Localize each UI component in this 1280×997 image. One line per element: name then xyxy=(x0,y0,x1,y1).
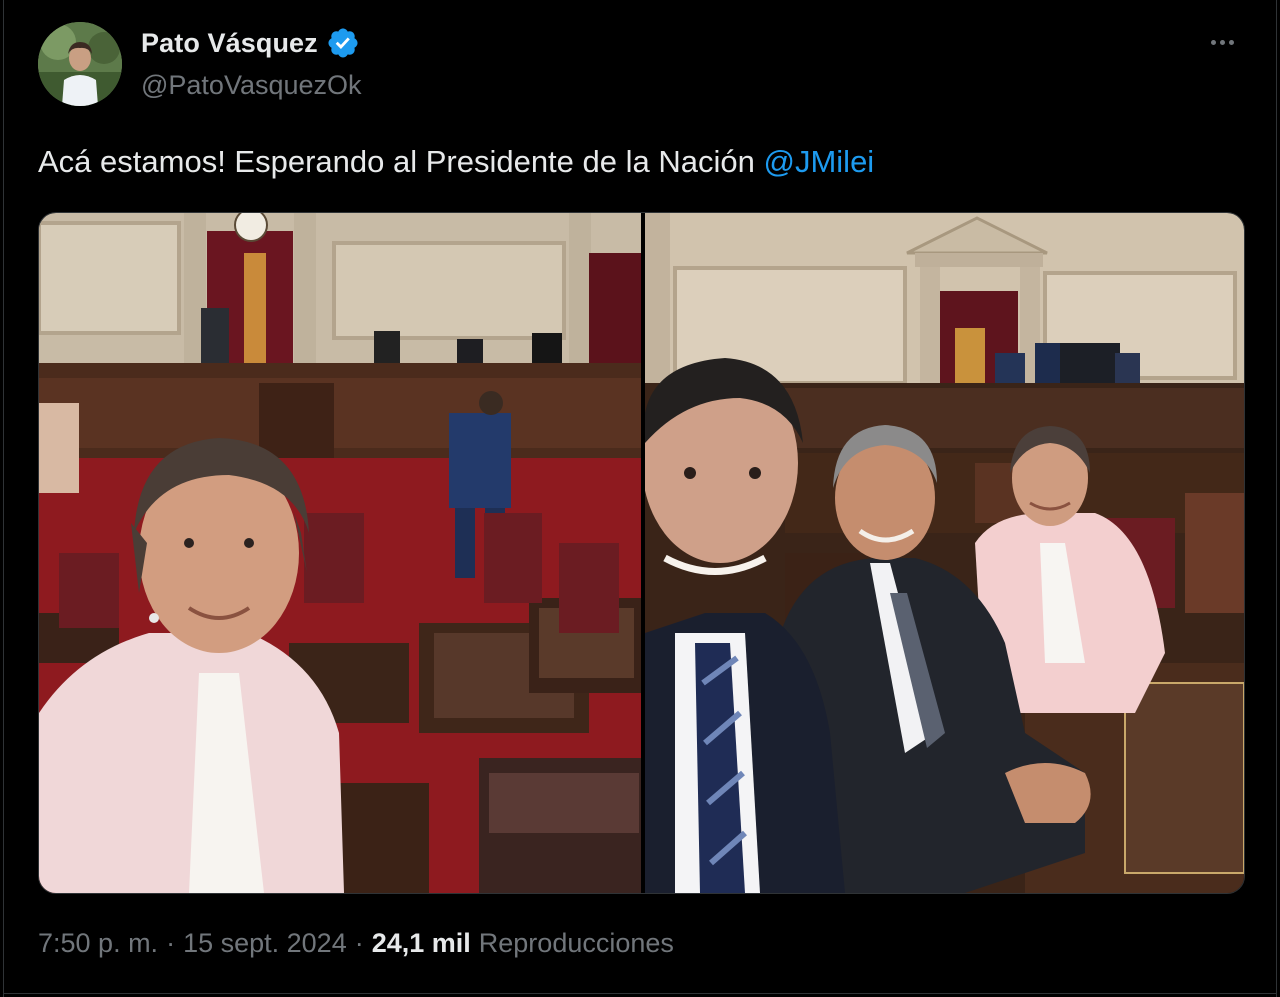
photo-three-legislators-seated[interactable] xyxy=(645,213,1244,893)
author-handle[interactable]: @PatoVasquezOk xyxy=(141,70,362,101)
frame-left-border xyxy=(3,0,4,997)
tweet-meta: 7:50 p. m. · 15 sept. 2024 · 24,1 mil Re… xyxy=(38,928,674,959)
views-label: Reproducciones xyxy=(478,928,674,958)
meta-separator: · xyxy=(166,928,176,958)
views-count: 24,1 mil xyxy=(371,928,471,958)
mention-link[interactable]: @JMilei xyxy=(764,144,875,179)
photo-selfie-woman-chamber[interactable] xyxy=(39,213,641,893)
author-name-row[interactable]: Pato Vásquez xyxy=(141,26,360,60)
tweet-time[interactable]: 7:50 p. m. xyxy=(38,928,158,959)
tweet-card[interactable]: Pato Vásquez @PatoVasquezOk Acá estamos!… xyxy=(0,0,1280,997)
frame-bottom-border xyxy=(3,993,1277,994)
display-name[interactable]: Pato Vásquez xyxy=(141,28,318,59)
tweet-text: Acá estamos! Esperando al Presidente de … xyxy=(38,140,874,184)
dot xyxy=(1228,39,1234,45)
more-dots-icon[interactable] xyxy=(1204,28,1240,56)
frame-right-border xyxy=(1276,0,1277,997)
dot xyxy=(1219,39,1225,45)
verified-badge-icon[interactable] xyxy=(326,26,360,60)
media-grid xyxy=(38,212,1245,894)
dot xyxy=(1210,39,1216,45)
meta-separator: · xyxy=(354,928,364,958)
tweet-date[interactable]: 15 sept. 2024 xyxy=(183,928,347,959)
avatar[interactable] xyxy=(38,22,122,106)
avatar-image xyxy=(38,22,122,106)
tweet-body: Acá estamos! Esperando al Presidente de … xyxy=(38,144,755,179)
